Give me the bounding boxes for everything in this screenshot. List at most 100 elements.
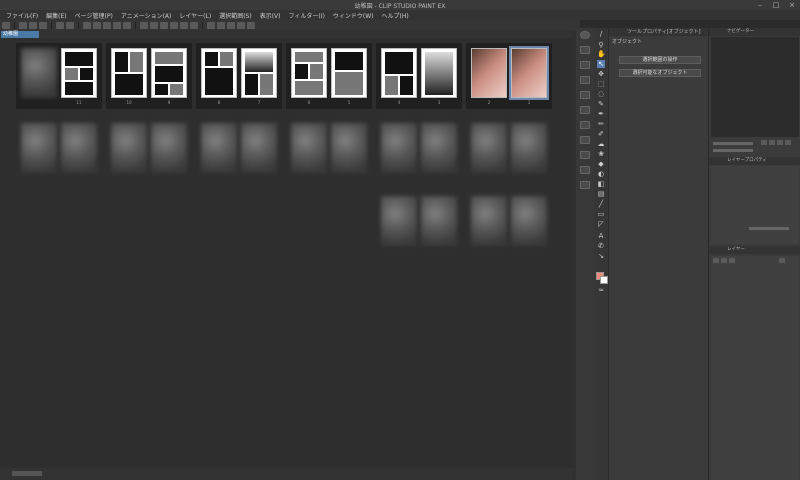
- snap-perspective-icon[interactable]: [190, 21, 198, 29]
- page-thumbnail[interactable]: [201, 48, 237, 98]
- selectable-object-dropdown[interactable]: 選択可能なオブジェクト: [619, 69, 701, 77]
- folder-icon[interactable]: [580, 121, 590, 129]
- figure-icon[interactable]: ╱: [597, 200, 605, 208]
- delete-layer-icon[interactable]: [779, 258, 785, 263]
- app-icon[interactable]: [2, 21, 10, 29]
- minimize-icon[interactable]: –: [752, 0, 768, 10]
- snap-ruler-icon[interactable]: [170, 21, 178, 29]
- page-thumbnail-blurred[interactable]: [331, 123, 367, 173]
- zoom-slider[interactable]: [12, 471, 42, 476]
- page-thumbnail[interactable]: [111, 48, 147, 98]
- menu-window[interactable]: ウィンドウ(W): [333, 11, 374, 20]
- undo-icon[interactable]: [56, 21, 64, 29]
- menu-file[interactable]: ファイル(F): [6, 11, 38, 20]
- clear-icon[interactable]: [83, 21, 91, 29]
- ruler-icon[interactable]: ◸: [597, 220, 605, 228]
- page-management-canvas[interactable]: 11 10 9 8 7 6 5 4 3 2 1: [0, 38, 572, 468]
- transform-icon[interactable]: [123, 21, 131, 29]
- layer-list[interactable]: [711, 256, 799, 480]
- pencil-icon[interactable]: ✏: [597, 120, 605, 128]
- close-icon[interactable]: ×: [784, 0, 800, 10]
- menu-animation[interactable]: アニメーション(A): [121, 11, 172, 20]
- menu-view[interactable]: 表示(V): [260, 11, 281, 20]
- page-thumbnail[interactable]: [331, 48, 367, 98]
- opacity-slider[interactable]: [749, 227, 789, 230]
- spread-2-1[interactable]: 2 1: [466, 43, 552, 109]
- invert-selection-icon[interactable]: [160, 21, 168, 29]
- menu-layer[interactable]: レイヤー(L): [179, 11, 211, 20]
- pen-tool-icon[interactable]: ✒: [597, 110, 605, 118]
- page-export-icon[interactable]: [237, 21, 245, 29]
- page-thumbnail-blurred[interactable]: [201, 123, 237, 173]
- selection-operation-dropdown[interactable]: 選択範囲の操作: [619, 56, 701, 64]
- page-thumbnail-blurred[interactable]: [471, 123, 507, 173]
- maximize-icon[interactable]: □: [768, 0, 784, 10]
- folder-icon[interactable]: [580, 181, 590, 189]
- page-thumbnail-blurred[interactable]: [61, 123, 97, 173]
- lasso-icon[interactable]: ◌: [597, 90, 605, 98]
- sub-color-swatch[interactable]: [600, 276, 608, 284]
- select-all-icon[interactable]: [150, 21, 158, 29]
- pen-icon[interactable]: /: [597, 30, 605, 38]
- navigator-header[interactable]: ナビゲーター: [709, 28, 800, 36]
- folder-icon[interactable]: [580, 151, 590, 159]
- balloon-icon[interactable]: ✆: [597, 242, 605, 250]
- page-thumbnail-blurred[interactable]: [421, 196, 457, 246]
- spread-10-9[interactable]: 10 9: [106, 43, 192, 109]
- page-thumbnail-blurred[interactable]: [111, 123, 147, 173]
- eraser-icon[interactable]: ◆: [597, 160, 605, 168]
- page-thumbnail-blurred[interactable]: [21, 123, 57, 173]
- open-file-icon[interactable]: [29, 21, 37, 29]
- zoom-icon[interactable]: ⚲: [597, 41, 605, 49]
- selection-icon[interactable]: ⬚: [597, 80, 605, 88]
- fit-icon[interactable]: [777, 140, 783, 145]
- spread-8-7[interactable]: 8 7: [196, 43, 282, 109]
- page-thumbnail-blurred[interactable]: [291, 123, 327, 173]
- spread-4-3[interactable]: 4 3: [376, 43, 462, 109]
- folder-icon[interactable]: [580, 76, 590, 84]
- page-thumbnail-blurred[interactable]: [471, 196, 507, 246]
- deselect-icon[interactable]: [140, 21, 148, 29]
- cut-icon[interactable]: [93, 21, 101, 29]
- tab-document[interactable]: 幼稚園: [1, 31, 39, 38]
- transparent-color-icon[interactable]: ≈: [597, 286, 605, 294]
- page-thumbnail-blurred[interactable]: [381, 123, 417, 173]
- page-thumbnail-blurred[interactable]: [151, 123, 187, 173]
- brush-icon[interactable]: ✐: [597, 130, 605, 138]
- snap-grid-icon[interactable]: [180, 21, 188, 29]
- page-thumbnail[interactable]: [421, 48, 457, 98]
- layer-property-header[interactable]: レイヤープロパティ: [709, 157, 800, 165]
- page-thumbnail[interactable]: [291, 48, 327, 98]
- folder-icon[interactable]: [580, 91, 590, 99]
- menu-selection[interactable]: 選択範囲(S): [219, 11, 252, 20]
- spread-6-5[interactable]: 6 5: [286, 43, 372, 109]
- page-layout-icon[interactable]: [247, 21, 255, 29]
- page-thumbnail-selected[interactable]: [509, 46, 549, 100]
- folder-icon[interactable]: [580, 61, 590, 69]
- page-thumbnail-blurred[interactable]: [241, 123, 277, 173]
- new-file-icon[interactable]: [19, 21, 27, 29]
- copy-icon[interactable]: [103, 21, 111, 29]
- page-thumbnail-blurred[interactable]: [381, 196, 417, 246]
- page-thumbnail[interactable]: [61, 48, 97, 98]
- text-icon[interactable]: A: [597, 232, 605, 240]
- page-settings-icon[interactable]: [227, 21, 235, 29]
- hand-icon[interactable]: ✋: [597, 50, 606, 58]
- folder-add-icon[interactable]: [729, 258, 735, 263]
- operation-icon[interactable]: ↖: [597, 60, 605, 68]
- eyedropper-icon[interactable]: ✎: [597, 100, 605, 108]
- frame-icon[interactable]: ▭: [597, 210, 605, 218]
- page-add-icon[interactable]: [207, 21, 215, 29]
- navigator-rotate-slider[interactable]: [713, 149, 753, 152]
- menu-filter[interactable]: フィルター(I): [289, 11, 325, 20]
- spread-11[interactable]: 11: [16, 43, 102, 109]
- save-icon[interactable]: [39, 21, 47, 29]
- paste-icon[interactable]: [113, 21, 121, 29]
- page-thumbnail-blurred[interactable]: [511, 123, 547, 173]
- menu-help[interactable]: ヘルプ(H): [381, 11, 408, 20]
- zoom-in-icon[interactable]: [761, 140, 767, 145]
- page-thumbnail[interactable]: [151, 48, 187, 98]
- folder-icon[interactable]: [580, 166, 590, 174]
- menu-edit[interactable]: 編集(E): [46, 11, 66, 20]
- page-thumbnail[interactable]: [471, 48, 507, 98]
